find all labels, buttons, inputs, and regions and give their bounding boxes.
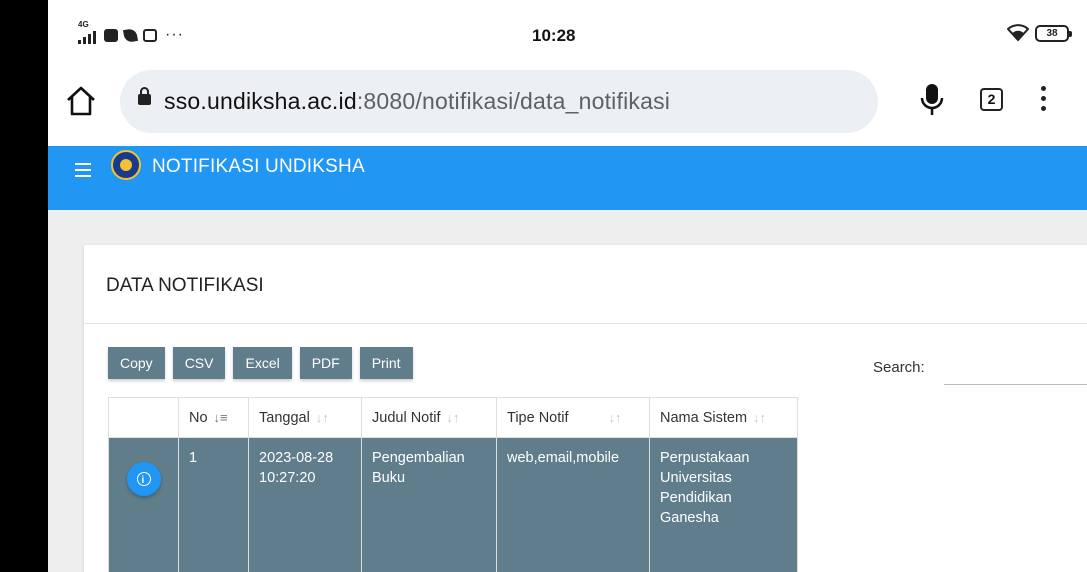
more-notifications-indicator: ··· bbox=[165, 26, 184, 43]
search-label: Search: bbox=[873, 359, 925, 376]
app-title: NOTIFIKASI UNDIKSHA bbox=[152, 156, 365, 177]
sort-icon[interactable]: ↓↑ bbox=[316, 410, 329, 425]
lock-icon[interactable] bbox=[138, 87, 151, 105]
url-text[interactable]: sso.undiksha.ac.id:8080/notifikasi/data_… bbox=[164, 88, 670, 115]
cell-tipe: web,email,mobile bbox=[496, 437, 650, 572]
cell-tanggal: 2023-08-28 10:27:20 bbox=[248, 437, 362, 572]
table-row[interactable]: 1 2023-08-28 10:27:20 Pengembalian Buku … bbox=[108, 437, 798, 572]
microphone-icon[interactable] bbox=[918, 80, 946, 120]
column-header-no[interactable]: No ↓≡ bbox=[178, 397, 249, 438]
column-header-tanggal[interactable]: Tanggal ↓↑ bbox=[248, 397, 362, 438]
network-type: 4G bbox=[78, 20, 89, 29]
message-icon bbox=[104, 28, 118, 42]
column-header-sistem[interactable]: Nama Sistem ↓↑ bbox=[649, 397, 798, 438]
address-bar[interactable]: sso.undiksha.ac.id:8080/notifikasi/data_… bbox=[120, 70, 878, 133]
signal-icon: 4G bbox=[78, 20, 98, 44]
cell-sistem: Perpustakaan Universitas Pendidikan Gane… bbox=[649, 437, 798, 572]
status-icons-right: 38 bbox=[1007, 24, 1072, 42]
app-header: NOTIFIKASI UNDIKSHA bbox=[48, 146, 1087, 210]
notifications-table: No ↓≡ Tanggal ↓↑ Judul Notif ↓↑ Tipe Notif ↓… bbox=[108, 397, 798, 572]
status-icons-left: 4G ··· bbox=[78, 20, 184, 44]
app-notification-icon bbox=[122, 27, 139, 43]
excel-button[interactable]: Excel bbox=[233, 347, 292, 379]
table-header-row: No ↓≡ Tanggal ↓↑ Judul Notif ↓↑ Tipe Notif ↓… bbox=[108, 397, 798, 438]
pdf-button[interactable]: PDF bbox=[299, 347, 352, 379]
sort-icon[interactable]: ↓↑ bbox=[609, 410, 622, 425]
card-divider bbox=[84, 323, 1087, 324]
csv-button[interactable]: CSV bbox=[172, 347, 226, 379]
home-icon[interactable] bbox=[64, 84, 98, 118]
hamburger-menu-icon[interactable] bbox=[75, 163, 91, 181]
copy-button[interactable]: Copy bbox=[108, 347, 165, 379]
wifi-icon bbox=[1007, 24, 1029, 42]
undiksha-logo bbox=[111, 150, 141, 180]
sort-asc-icon[interactable]: ↓≡ bbox=[214, 410, 228, 425]
column-header-tipe[interactable]: Tipe Notif ↓↑ bbox=[496, 397, 650, 438]
sort-icon[interactable]: ↓↑ bbox=[447, 410, 460, 425]
card-title: DATA NOTIFIKASI bbox=[106, 275, 264, 296]
cell-judul: Pengembalian Buku bbox=[361, 437, 497, 572]
mail-icon bbox=[143, 28, 157, 42]
tab-switcher-button[interactable]: 2 bbox=[980, 88, 1003, 111]
menu-icon[interactable] bbox=[1038, 86, 1048, 114]
cell-action bbox=[108, 437, 179, 572]
cell-no: 1 bbox=[178, 437, 249, 572]
export-buttons: Copy CSV Excel PDF Print bbox=[108, 347, 413, 379]
column-header-judul[interactable]: Judul Notif ↓↑ bbox=[361, 397, 497, 438]
print-button[interactable]: Print bbox=[359, 347, 413, 379]
device-bezel bbox=[0, 0, 48, 572]
search-input[interactable] bbox=[944, 384, 1087, 385]
info-icon[interactable] bbox=[126, 462, 161, 496]
battery-icon: 38 bbox=[1035, 24, 1072, 42]
status-bar: 4G ··· 10:28 38 bbox=[48, 0, 1087, 58]
status-time: 10:28 bbox=[532, 26, 576, 45]
column-header-action bbox=[108, 397, 179, 438]
sort-icon[interactable]: ↓↑ bbox=[753, 410, 766, 425]
data-card: DATA NOTIFIKASI Copy CSV Excel PDF Print… bbox=[84, 245, 1087, 572]
browser-toolbar: sso.undiksha.ac.id:8080/notifikasi/data_… bbox=[48, 58, 1087, 146]
phone-screen: 4G ··· 10:28 38 sso.undiksha.ac.id:8080/… bbox=[48, 0, 1087, 572]
